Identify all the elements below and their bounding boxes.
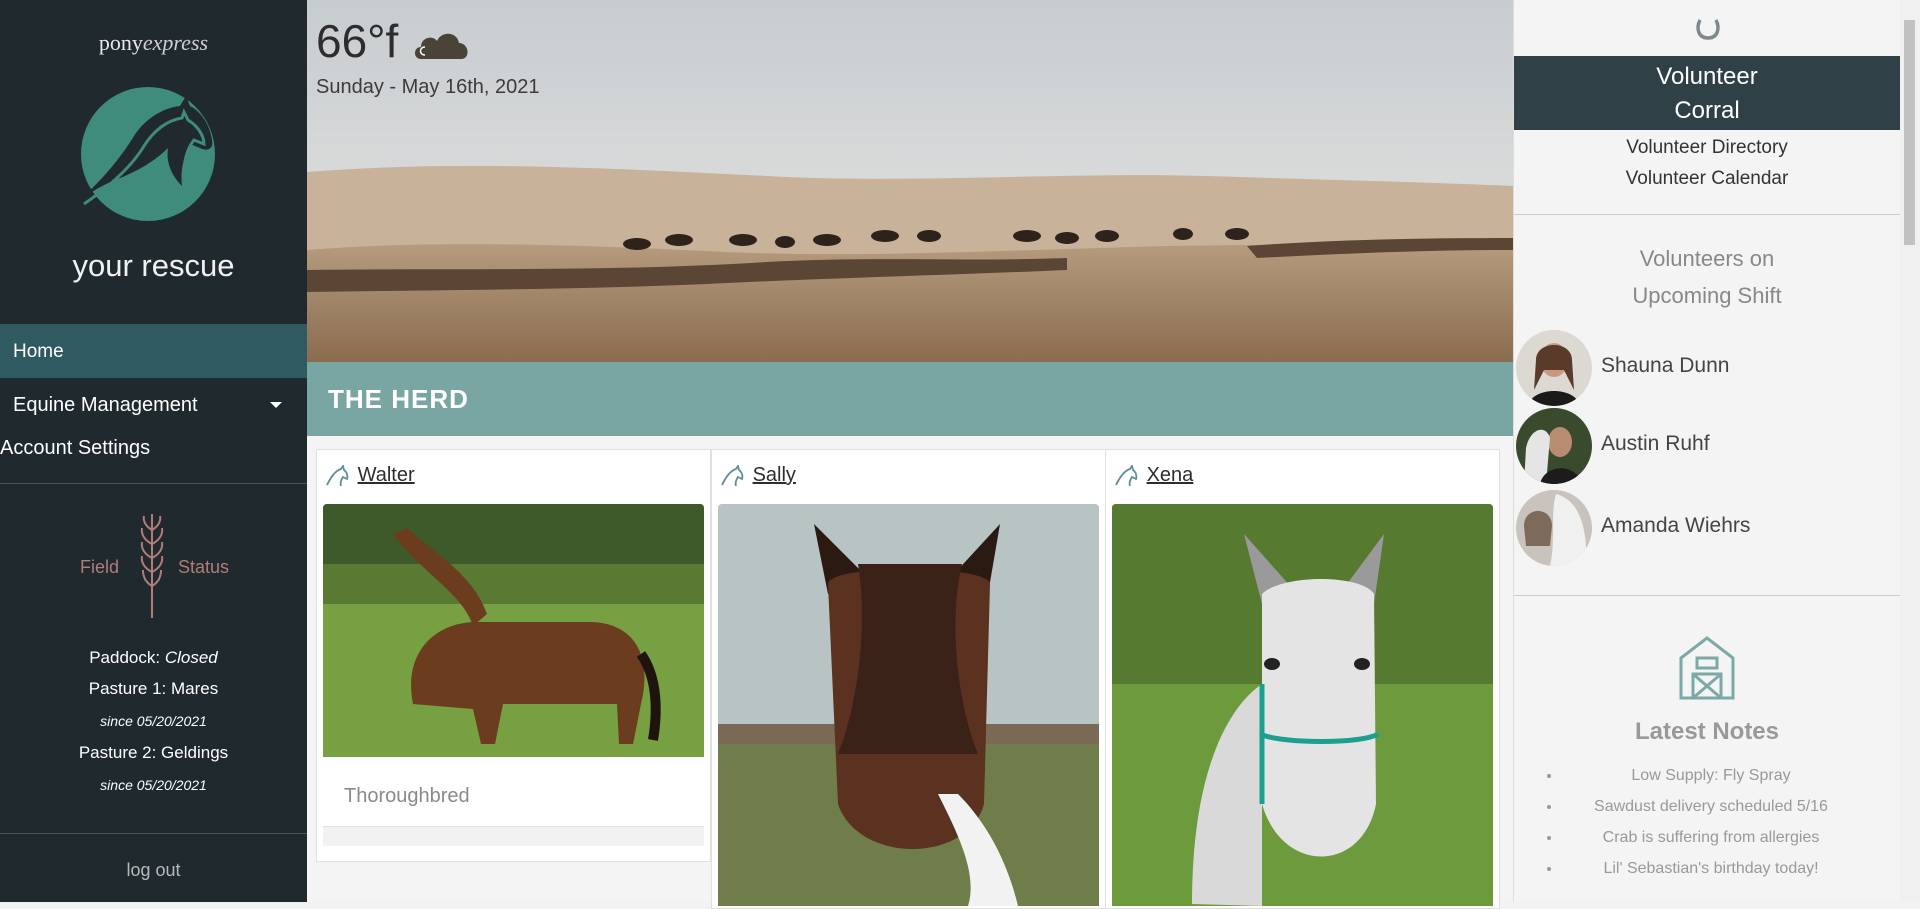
list-item: Sawdust delivery scheduled 5/16 (1562, 791, 1900, 822)
volunteer-corral-banner: Volunteer Corral (1514, 56, 1900, 130)
volunteer-name: Austin Ruhf (1601, 432, 1710, 455)
field-status-header: Field Status (0, 510, 307, 620)
pasture1-status: Pasture 1: Mares (88, 679, 219, 698)
horseshoe-icon (1696, 19, 1720, 40)
hero-banner: 66°f Sunday - May 16th, 2021 (307, 0, 1513, 362)
status-label: Status (178, 557, 230, 577)
horse-head-icon (326, 464, 349, 487)
horse-head-icon (1115, 464, 1138, 487)
avatar (1516, 408, 1592, 484)
volunteer-item[interactable]: Austin Ruhf (1516, 408, 1896, 486)
logout-link[interactable]: log out (0, 860, 307, 881)
paddock-status: Paddock: Closed (0, 648, 307, 668)
horse-photo-sally[interactable] (718, 504, 1099, 906)
avatar (1516, 330, 1592, 406)
pasture1-since: since 05/20/2021 (100, 713, 207, 729)
prairie-horses-image (307, 0, 1513, 362)
right-panel: Volunteer Corral Volunteer Directory Vol… (1513, 0, 1900, 902)
page-scrollbar[interactable] (1900, 0, 1920, 902)
horse-card-sally[interactable]: Sally (711, 449, 1106, 909)
notes-list: Low Supply: Fly Spray Sawdust delivery s… (1514, 760, 1900, 884)
horse-photo-walter[interactable] (323, 504, 704, 757)
wheat-icon (140, 514, 164, 618)
horse-card-footer (323, 826, 704, 846)
volunteer-calendar-link[interactable]: Volunteer Calendar (1514, 168, 1900, 190)
horse-card-header: Xena (1106, 450, 1499, 504)
horse-card-header: Walter (317, 450, 710, 504)
nav-account-label: Account Settings (0, 437, 151, 459)
brand-prefix: pony (98, 30, 143, 55)
nav-item-equine-management[interactable]: Equine Management (13, 394, 293, 417)
scrollbar-thumb[interactable] (1904, 20, 1915, 245)
caret-down-icon (270, 402, 282, 408)
volunteer-directory-link[interactable]: Volunteer Directory (1514, 137, 1900, 159)
horse-name-link[interactable]: Sally (753, 464, 796, 486)
nav-home-label: Home (13, 341, 64, 362)
horse-breed: Thoroughbred (344, 785, 470, 807)
herd-section-header: THE HERD (307, 362, 1513, 436)
right-divider (1514, 214, 1900, 215)
horse-card-header: Sally (712, 450, 1105, 504)
current-date: Sunday - May 16th, 2021 (316, 76, 540, 98)
sidebar-divider-bottom (0, 833, 307, 834)
banner-line2: Corral (1674, 97, 1740, 124)
volunteer-name: Amanda Wiehrs (1601, 514, 1751, 537)
list-item: Lil' Sebastian's birthday today! (1562, 853, 1900, 884)
pasture2-since: since 05/20/2021 (100, 777, 207, 793)
temperature: 66°f (316, 14, 475, 68)
brand-wordmark: ponyexpress (0, 0, 307, 56)
right-divider-2 (1514, 595, 1900, 596)
sidebar: ponyexpress your rescue Home Equine Mana… (0, 0, 307, 902)
horse-head-icon (721, 464, 744, 487)
paddock-value: Closed (164, 648, 218, 667)
barn-icon (1679, 636, 1735, 700)
horse-card-xena[interactable]: Xena (1105, 449, 1500, 909)
main-content: 66°f Sunday - May 16th, 2021 THE HERD Wa… (307, 0, 1513, 909)
nav-item-account-settings[interactable]: Account Settings (0, 437, 150, 460)
volunteer-name: Shauna Dunn (1601, 354, 1730, 377)
shift-title-line1: Volunteers on (1639, 246, 1775, 271)
upcoming-shift-title: Volunteers on Upcoming Shift (1514, 240, 1900, 314)
nav-item-home[interactable]: Home (0, 324, 307, 378)
list-item: Crab is suffering from allergies (1562, 822, 1900, 853)
shift-title-line2: Upcoming Shift (1632, 283, 1782, 308)
cloud-icon (415, 33, 468, 59)
horse-name-link[interactable]: Xena (1147, 464, 1194, 486)
volunteer-item[interactable]: Amanda Wiehrs (1516, 490, 1896, 568)
brand-suffix: express (142, 30, 209, 55)
list-item: Low Supply: Fly Spray (1562, 760, 1900, 791)
paddock-label: Paddock: (89, 648, 161, 667)
rescue-name: your rescue (72, 248, 235, 283)
avatar (1516, 490, 1592, 566)
field-label: Field (80, 557, 120, 577)
sidebar-divider (0, 483, 307, 484)
horse-photo-xena[interactable] (1112, 504, 1493, 906)
pasture2-status: Pasture 2: Geldings (78, 743, 229, 762)
volunteer-item[interactable]: Shauna Dunn (1516, 330, 1896, 408)
nav-equine-label: Equine Management (13, 394, 198, 416)
herd-title: THE HERD (328, 384, 469, 414)
banner-line1: Volunteer (1656, 63, 1758, 90)
horse-card-walter[interactable]: Walter Thoroughbred (316, 449, 711, 862)
horse-logo-icon (70, 86, 226, 224)
temperature-value: 66°f (316, 15, 399, 67)
horse-name-link[interactable]: Walter (358, 464, 415, 486)
latest-notes-title: Latest Notes (1634, 718, 1780, 745)
